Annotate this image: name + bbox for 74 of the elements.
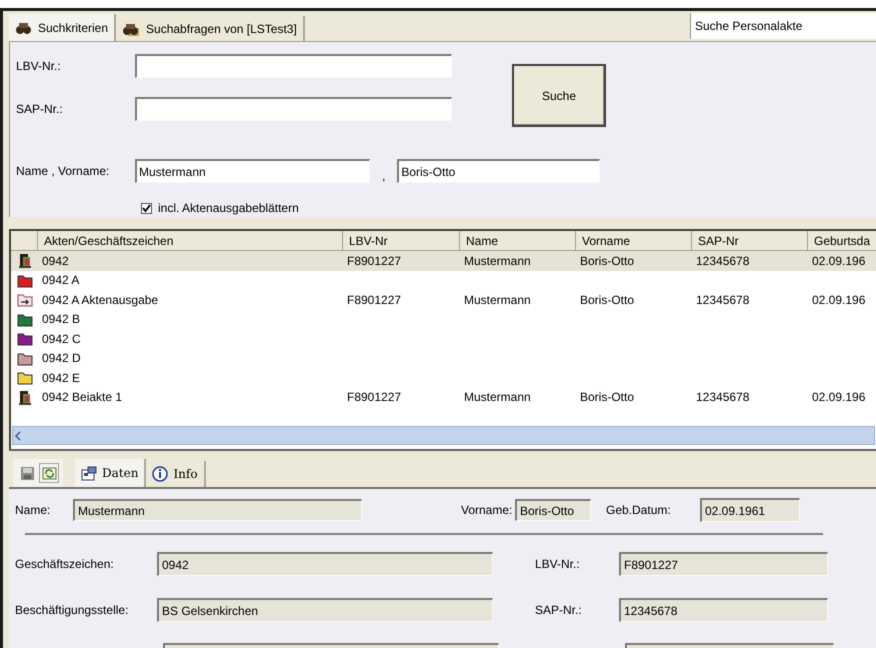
- table-cell: 12345678: [696, 390, 750, 404]
- column-header[interactable]: SAP-Nr: [692, 231, 808, 250]
- table-row[interactable]: 0942 C: [11, 329, 876, 348]
- readonly-field: 0942: [157, 552, 493, 576]
- table-cell: 02.09.196: [812, 292, 866, 307]
- beschaeftigungsstelle-label: Beschäftigungsstelle:: [14, 602, 130, 619]
- column-header[interactable]: Vorname: [576, 231, 692, 250]
- checkbox[interactable]: [141, 202, 152, 214]
- input-field[interactable]: [135, 97, 452, 121]
- search-button[interactable]: Suche: [512, 64, 606, 127]
- table-cell: 0942: [42, 254, 69, 268]
- table-cell: Boris-Otto: [580, 254, 634, 268]
- horizontal-scrollbar[interactable]: [12, 426, 875, 445]
- table-cell: Mustermann: [464, 292, 531, 307]
- binoculars-folder-icon: [122, 21, 140, 36]
- table-row[interactable]: 0942 F8901227 Mustermann Boris-Otto 12345678 02.09.196: [11, 251, 876, 270]
- binoculars-icon: [15, 20, 32, 35]
- name-label: Name , Vorname:: [15, 163, 110, 180]
- table-cell: F8901227: [347, 390, 402, 404]
- table-cell: 0942 B: [42, 312, 80, 326]
- table-cell: 0942 E: [42, 370, 80, 385]
- table-cell: 02.09.196: [812, 254, 866, 268]
- lbv-label: LBV-Nr.:: [15, 58, 62, 75]
- readonly-field: F8901227: [619, 552, 828, 576]
- table-cell: 02.09.196: [812, 390, 866, 404]
- table-cell: Mustermann: [464, 390, 531, 404]
- lbv-label: LBV-Nr.:: [535, 556, 581, 573]
- table-row[interactable]: 0942 A: [11, 270, 876, 290]
- readonly-field: BS Gelsenkirchen: [157, 598, 493, 622]
- column-header[interactable]: LBV-Nr: [343, 231, 460, 250]
- table-cell: 0942 D: [42, 351, 81, 366]
- table-cell: Boris-Otto: [580, 390, 634, 404]
- table-row[interactable]: 0942 D: [11, 348, 876, 368]
- tab[interactable]: Suchkriterien: [9, 14, 116, 41]
- table-cell: Mustermann: [464, 254, 531, 268]
- readonly-field: Mustermann: [73, 499, 362, 521]
- sap-label: SAP-Nr.:: [15, 101, 64, 118]
- readonly-field: 12345678: [619, 598, 828, 622]
- tab[interactable]: Daten: [75, 459, 146, 487]
- refresh-button[interactable]: [39, 463, 59, 483]
- input-field[interactable]: Mustermann: [135, 159, 370, 183]
- table-row[interactable]: 0942 A Aktenausgabe F8901227 Mustermann Boris-Otto 12345678 02.09.196: [11, 290, 876, 310]
- refresh-icon: [42, 466, 56, 480]
- sap-label: SAP-Nr.:: [535, 602, 583, 619]
- comma-separator: ,: [382, 168, 386, 185]
- readonly-field: 02.09.1961: [700, 498, 800, 522]
- table-cell: 12345678: [696, 254, 750, 268]
- binder-icon: [18, 253, 32, 268]
- table-cell: 0942 A Aktenausgabe: [42, 292, 158, 307]
- name-label: Name:: [14, 502, 52, 519]
- readonly-field: Boris-Otto: [515, 499, 591, 521]
- table-cell: F8901227: [347, 254, 402, 268]
- column-header[interactable]: Akten/Geschäftszeichen: [38, 231, 343, 250]
- geb-datum-label: Geb.Datum:: [605, 502, 672, 519]
- table-cell: Boris-Otto: [580, 292, 634, 307]
- checkbox-label: incl. Aktenausgabeblättern: [158, 200, 299, 217]
- column-header[interactable]: Name: [460, 231, 576, 250]
- table-cell: 0942 A: [42, 273, 80, 288]
- binder-icon: [18, 390, 32, 405]
- table-cell: F8901227: [347, 292, 402, 307]
- info-icon: [152, 466, 168, 482]
- input-field[interactable]: Boris-Otto: [397, 159, 600, 183]
- table-cell: 0942 Beiakte 1: [42, 390, 122, 404]
- table-cell: 12345678: [696, 292, 750, 307]
- input-field[interactable]: [135, 54, 452, 78]
- vorname-label: Vorname:: [461, 502, 514, 519]
- table-row[interactable]: 0942 B: [11, 310, 876, 329]
- table-row[interactable]: 0942 Beiakte 1 F8901227 Mustermann Boris-Otto 12345678 02.09.196: [11, 388, 876, 407]
- window-icon: [81, 466, 97, 480]
- table-row[interactable]: 0942 E: [11, 368, 876, 388]
- geschaeftszeichen-label: Geschäftszeichen:: [14, 556, 115, 573]
- table-cell: 0942 C: [42, 332, 81, 346]
- mode-field[interactable]: Suche Personalakte: [690, 13, 876, 39]
- column-header[interactable]: Geburtsda: [808, 231, 876, 250]
